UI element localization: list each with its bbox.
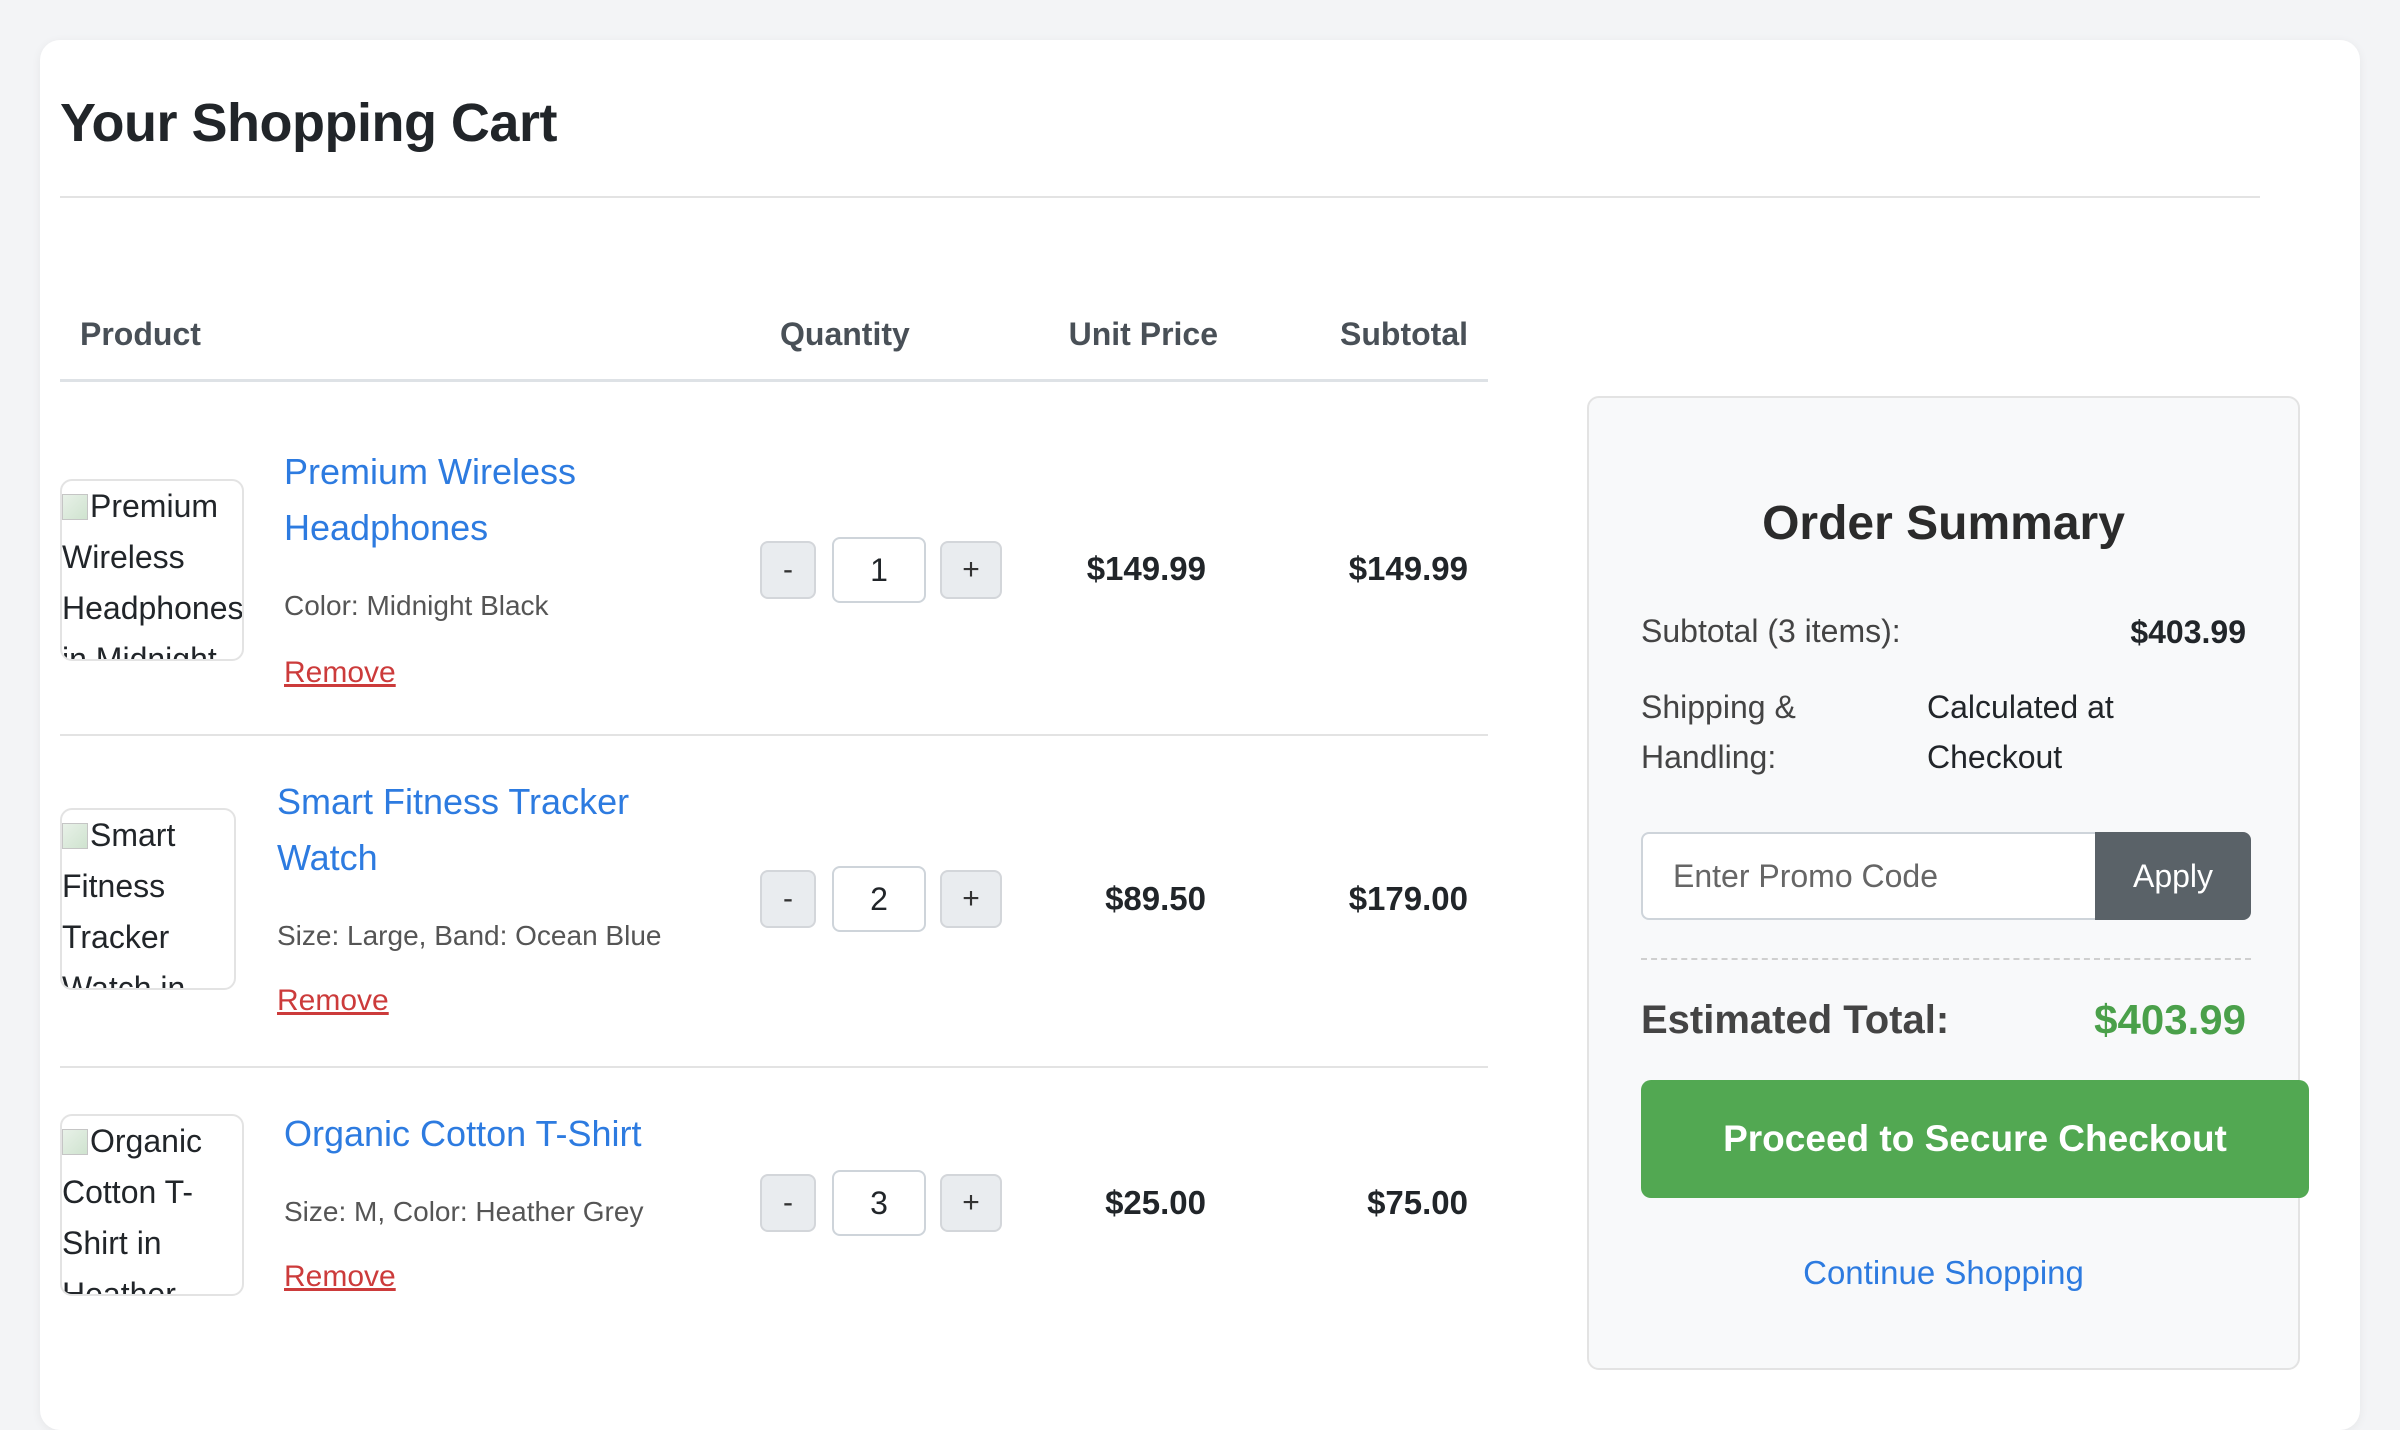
shipping-value: Calculated at Checkout bbox=[1927, 689, 2114, 775]
page-title: Your Shopping Cart bbox=[60, 93, 557, 153]
product-name-link[interactable]: Smart Fitness Tracker Watch bbox=[277, 774, 629, 886]
line-subtotal: $179.00 bbox=[1348, 880, 1468, 917]
quantity-input[interactable]: 3 bbox=[832, 1170, 926, 1236]
product-name-link[interactable]: Organic Cotton T-Shirt bbox=[284, 1106, 642, 1162]
remove-link[interactable]: Remove bbox=[284, 1260, 396, 1294]
title-divider bbox=[60, 196, 2260, 198]
broken-image-icon bbox=[62, 494, 88, 520]
product-image: Smart Fitness Tracker Watch in bbox=[60, 808, 236, 990]
unit-price: $25.00 bbox=[1105, 1184, 1206, 1221]
summary-subtotal-value: $403.99 bbox=[2130, 614, 2246, 650]
product-variant: Color: Midnight Black bbox=[284, 590, 549, 621]
continue-shopping-link[interactable]: Continue Shopping bbox=[1589, 1254, 2298, 1292]
decrease-quantity-button[interactable]: - bbox=[760, 541, 816, 599]
header-unit-price: Unit Price bbox=[1068, 316, 1218, 352]
header-quantity: Quantity bbox=[780, 316, 910, 352]
table-row: Premium Wireless Headphones in Midnight … bbox=[60, 382, 1488, 736]
order-summary-title: Order Summary bbox=[1762, 497, 2125, 550]
header-product: Product bbox=[80, 316, 201, 352]
quantity-input[interactable]: 2 bbox=[832, 866, 926, 932]
header-subtotal: Subtotal bbox=[1340, 316, 1468, 352]
checkout-button[interactable]: Proceed to Secure Checkout bbox=[1641, 1080, 2309, 1198]
estimated-total-value: $403.99 bbox=[2094, 996, 2246, 1043]
product-variant: Size: Large, Band: Ocean Blue bbox=[277, 920, 662, 951]
line-subtotal: $75.00 bbox=[1367, 1184, 1468, 1221]
product-name-line: Smart Fitness Tracker bbox=[277, 781, 630, 822]
product-name-line: Organic Cotton T-Shirt bbox=[284, 1113, 642, 1154]
quantity-stepper: - 2 + bbox=[760, 866, 1010, 932]
quantity-input[interactable]: 1 bbox=[832, 537, 926, 603]
unit-price: $89.50 bbox=[1105, 880, 1206, 917]
product-name-link[interactable]: Premium Wireless Headphones bbox=[284, 444, 576, 556]
remove-link[interactable]: Remove bbox=[284, 656, 396, 690]
table-row: Smart Fitness Tracker Watch in Smart Fit… bbox=[60, 736, 1488, 1068]
broken-image-icon bbox=[62, 1129, 88, 1155]
summary-subtotal-label: Subtotal (3 items): bbox=[1641, 613, 1901, 649]
order-summary-panel: Order Summary Subtotal (3 items): $403.9… bbox=[1587, 396, 2309, 1370]
increase-quantity-button[interactable]: + bbox=[940, 1174, 1002, 1232]
product-name-line: Watch bbox=[277, 837, 378, 878]
quantity-stepper: - 1 + bbox=[760, 537, 1010, 603]
product-name-line: Headphones bbox=[284, 507, 489, 548]
apply-promo-button[interactable]: Apply bbox=[2095, 832, 2251, 920]
unit-price: $149.99 bbox=[1086, 550, 1206, 587]
decrease-quantity-button[interactable]: - bbox=[760, 870, 816, 928]
promo-code-input[interactable] bbox=[1641, 832, 2095, 920]
product-variant: Size: M, Color: Heather Grey bbox=[284, 1196, 644, 1227]
cart-table: Product Quantity Unit Price Subtotal Pre… bbox=[60, 270, 1488, 1368]
product-name-line: Premium Wireless bbox=[284, 451, 577, 492]
product-image-alt: Premium Wireless Headphones in Midnight bbox=[62, 488, 244, 661]
table-row: Organic Cotton T-Shirt in Heather Organi… bbox=[60, 1068, 1488, 1368]
broken-image-icon bbox=[62, 823, 88, 849]
increase-quantity-button[interactable]: + bbox=[940, 870, 1002, 928]
decrease-quantity-button[interactable]: - bbox=[760, 1174, 816, 1232]
shipping-label: Shipping & Handling: bbox=[1641, 689, 1796, 775]
product-image: Organic Cotton T-Shirt in Heather bbox=[60, 1114, 244, 1296]
increase-quantity-button[interactable]: + bbox=[940, 541, 1002, 599]
remove-link[interactable]: Remove bbox=[277, 984, 389, 1018]
quantity-stepper: - 3 + bbox=[760, 1170, 1010, 1236]
promo-code-form: Apply bbox=[1641, 832, 2251, 920]
summary-divider bbox=[1641, 958, 2251, 960]
line-subtotal: $149.99 bbox=[1348, 550, 1468, 587]
product-image: Premium Wireless Headphones in Midnight bbox=[60, 479, 244, 661]
table-header: Product Quantity Unit Price Subtotal bbox=[60, 270, 1488, 382]
estimated-total-label: Estimated Total: bbox=[1641, 998, 1950, 1042]
